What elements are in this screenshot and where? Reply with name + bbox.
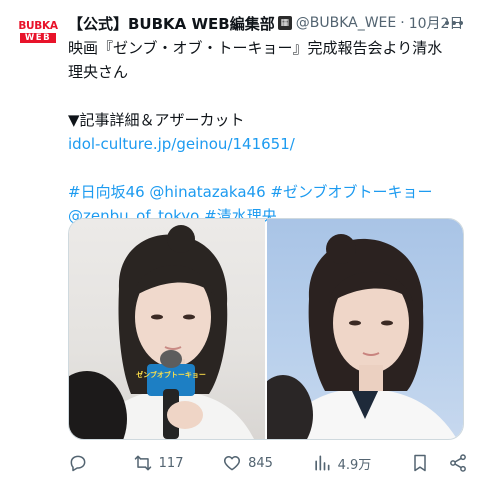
retweet-button[interactable]: 117 [133,453,184,473]
bookmark-icon[interactable] [410,453,430,473]
views-count: 4.9万 [337,457,372,473]
heart-icon [224,456,241,471]
reply-icon [70,455,86,472]
author-name[interactable]: 【公式】BUBKA WEB編集部 [68,13,275,34]
retweet-count: 117 [158,455,184,471]
action-bar: 117 845 4.9万 [68,448,468,478]
more-options-icon[interactable] [442,12,466,34]
avatar-logo-bottom: WEB [19,33,57,43]
affiliate-badge-icon: ▦ [277,16,292,30]
like-button[interactable]: 845 [222,453,273,473]
views-icon [314,455,330,471]
tweet-text-line: ▼記事詳細＆アザーカット [68,111,245,129]
photo-left-illustration: ゼンブオブトーキョー [69,225,254,439]
tweet-text: 映画『ゼンブ・オブ・トーキョー』完成報告会より清水 理央さん ▼記事詳細＆アザー… [68,36,463,228]
photo-right[interactable] [267,219,463,439]
media-grid: ゼンブオブトーキョー [68,218,464,440]
share-icon[interactable] [448,453,468,473]
tweet-text-line: 理央さん [68,63,129,81]
avatar-logo-top: BUBKA [18,20,58,32]
photo-left[interactable]: ゼンブオブトーキョー [69,219,265,439]
mic-sign-text: ゼンブオブトーキョー [136,370,206,379]
tweet-header: 【公式】BUBKA WEB編集部 ▦ @BUBKA_WEE · 10月2日 [68,12,468,34]
author-handle[interactable]: @BUBKA_WEE [296,15,397,31]
reply-button[interactable] [68,453,94,473]
hashtags-line[interactable]: #日向坂46 @hinatazaka46 #ゼンブオブトーキョー [68,180,463,204]
like-count: 845 [248,455,273,471]
tweet-text-line: 映画『ゼンブ・オブ・トーキョー』完成報告会より清水 [68,39,443,57]
views-button[interactable]: 4.9万 [312,453,372,473]
photo-right-illustration [267,234,457,439]
profile-avatar[interactable]: BUBKA WEB [18,12,58,52]
article-link[interactable]: idol-culture.jp/geinou/141651/ [68,132,463,156]
separator-dot: · [400,15,405,31]
retweet-icon [134,455,151,471]
